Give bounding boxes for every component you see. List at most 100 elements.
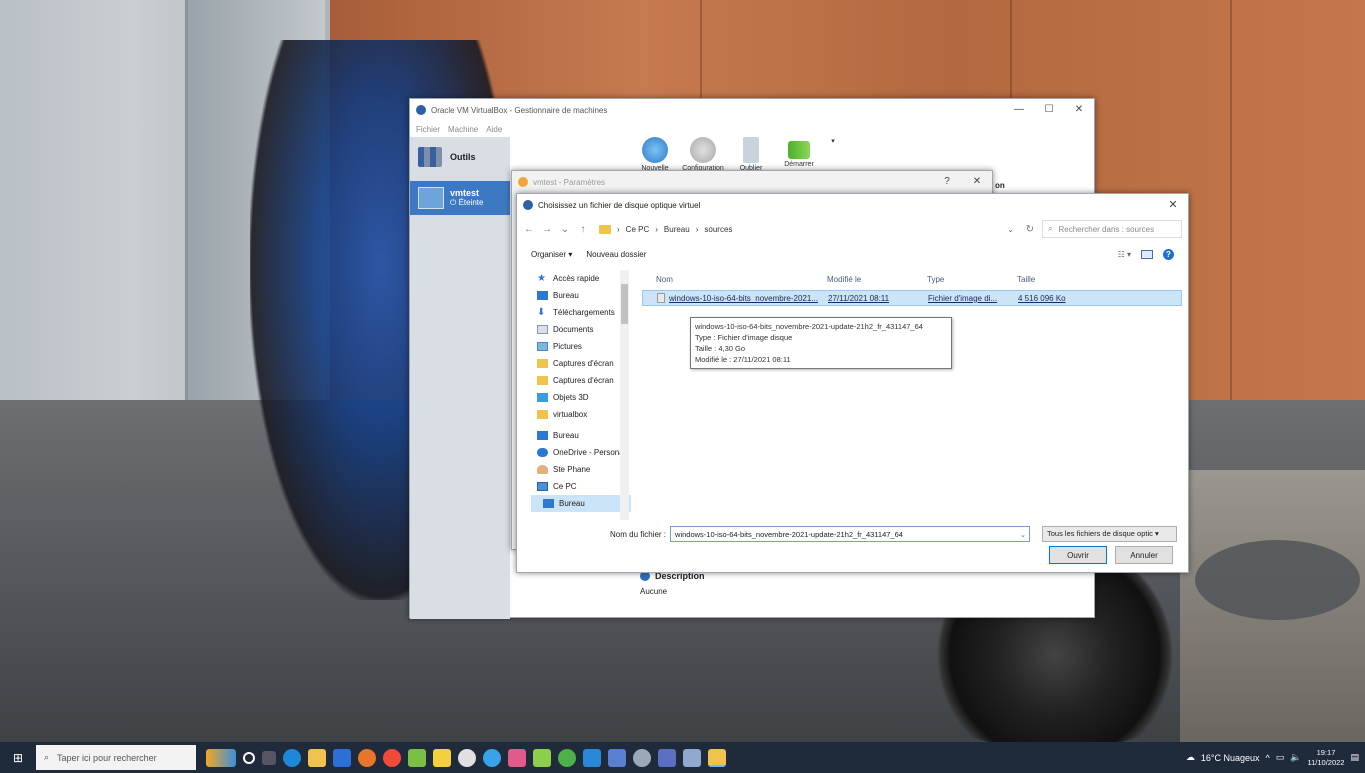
nav-item-ce-pc[interactable]: Ce PC — [531, 478, 631, 495]
edge-icon[interactable] — [283, 748, 301, 767]
arrow-down-icon — [743, 137, 759, 163]
vbox-toolbar: Nouvelle Configuration Oublier Démarrer … — [635, 137, 839, 172]
app-icon-b[interactable] — [433, 748, 451, 767]
mail-icon[interactable] — [583, 748, 601, 767]
menu-aide[interactable]: Aide — [486, 125, 502, 134]
close-button[interactable]: ✕ — [1064, 99, 1094, 121]
breadcrumb[interactable]: › Ce PC › Bureau › sources ⌄ — [595, 220, 1018, 238]
nav-item-captures-1[interactable]: Captures d'écran — [531, 355, 631, 372]
preview-pane-icon[interactable] — [1141, 249, 1153, 259]
app-icon-green[interactable] — [408, 748, 426, 767]
chevron-down-icon[interactable]: ⌄ — [1020, 530, 1026, 539]
vm-entry-vmtest[interactable]: vmtest ⏻ Éteinte — [410, 181, 510, 215]
manhole — [1195, 540, 1360, 620]
cortana-icon[interactable] — [243, 751, 255, 764]
tray-chevron-icon[interactable]: ^ — [1266, 753, 1270, 763]
search-input[interactable]: ⌕ Rechercher dans : sources — [1042, 220, 1182, 238]
command-bar: Organiser ▾ Nouveau dossier ☷ ▾ ? — [517, 242, 1188, 266]
nav-item-captures-2[interactable]: Captures d'écran — [531, 372, 631, 389]
network-icon[interactable]: ▭ — [1276, 752, 1285, 763]
start-button[interactable]: Démarrer — [779, 137, 819, 172]
chrome-icon[interactable] — [383, 748, 401, 767]
start-dropdown[interactable]: ▾ — [827, 137, 839, 172]
cancel-button[interactable]: Annuler — [1115, 546, 1173, 564]
dialog-close-button[interactable]: ✕ — [1158, 194, 1188, 216]
breadcrumb-bureau[interactable]: Bureau — [664, 225, 690, 234]
back-arrow-icon[interactable]: ← — [523, 224, 535, 235]
firefox-icon[interactable] — [358, 748, 376, 767]
breadcrumb-sources[interactable]: sources — [704, 225, 732, 234]
nav-item-bureau-root[interactable]: Bureau — [531, 427, 631, 444]
column-taille[interactable]: Taille — [1017, 275, 1097, 284]
up-arrow-icon[interactable]: ↑ — [577, 224, 589, 235]
nav-item-virtualbox[interactable]: virtualbox — [531, 406, 631, 423]
file-explorer-icon[interactable] — [308, 748, 326, 767]
discard-button[interactable]: Oublier — [731, 137, 771, 172]
file-type-filter[interactable]: Tous les fichiers de disque optic ▾ — [1042, 526, 1177, 542]
app-icon-pen[interactable] — [633, 748, 651, 767]
new-folder-button[interactable]: Nouveau dossier — [586, 250, 646, 259]
file-row[interactable]: windows-10-iso-64-bits_novembre-2021... … — [642, 290, 1182, 306]
folder-icon — [537, 359, 548, 368]
maximize-button[interactable]: ☐ — [1034, 99, 1064, 121]
filename-input[interactable]: windows-10-iso-64-bits_novembre-2021-upd… — [670, 526, 1031, 542]
notifications-icon[interactable]: ▤ — [1350, 752, 1359, 763]
volume-icon[interactable]: 🔈 — [1290, 752, 1301, 763]
scrollbar-thumb[interactable] — [621, 284, 628, 324]
organize-button[interactable]: Organiser ▾ — [531, 250, 572, 259]
nav-item-user[interactable]: Ste Phane — [531, 461, 631, 478]
app-icon-pink[interactable] — [508, 748, 526, 767]
clock[interactable]: 19:17 11/10/2022 — [1308, 748, 1345, 768]
app-icon-tree[interactable] — [533, 748, 551, 767]
app-icon-globe[interactable] — [558, 748, 576, 767]
column-modifie[interactable]: Modifié le — [827, 275, 927, 284]
help-icon[interactable]: ? — [1163, 248, 1174, 260]
explorer-active-icon[interactable] — [708, 748, 726, 767]
app-icon-doc[interactable] — [608, 748, 626, 767]
app-icon-fish[interactable] — [658, 748, 676, 767]
taskbar-apps — [206, 748, 726, 767]
recent-chevron-icon[interactable]: ⌄ — [559, 224, 571, 235]
task-view-icon[interactable] — [262, 750, 276, 765]
nav-item-bureau[interactable]: Bureau — [531, 287, 631, 304]
nav-item-objets-3d[interactable]: Objets 3D — [531, 389, 631, 406]
settings-title: vmtest - Paramètres — [533, 177, 606, 187]
settings-button[interactable]: Configuration — [682, 137, 724, 172]
column-type[interactable]: Type — [927, 275, 1017, 284]
tools-entry[interactable]: Outils — [410, 137, 510, 177]
computer-icon — [537, 482, 548, 491]
windows-start-icon[interactable]: ⊞ — [0, 742, 36, 773]
virtualbox-icon — [416, 105, 426, 115]
nav-item-telechargements[interactable]: ⬇ Téléchargements — [531, 304, 631, 321]
virtualbox-taskbar-icon[interactable] — [683, 748, 701, 767]
skype-icon[interactable] — [483, 748, 501, 767]
breadcrumb-ce-pc[interactable]: Ce PC — [626, 225, 650, 234]
taskbar-search[interactable]: ⌕ Taper ici pour rechercher — [36, 745, 196, 770]
minimize-button[interactable]: — — [1004, 99, 1034, 121]
nav-item-pictures[interactable]: Pictures — [531, 338, 631, 355]
column-nom[interactable]: Nom — [642, 275, 827, 284]
menu-machine[interactable]: Machine — [448, 125, 478, 134]
nav-item-bureau-pc[interactable]: Bureau — [531, 495, 631, 512]
nav-item-acces-rapide[interactable]: ★ Accès rapide — [531, 270, 631, 287]
view-options-icon[interactable]: ☷ ▾ — [1118, 250, 1131, 259]
store-icon[interactable] — [333, 748, 351, 767]
tools-icon — [418, 147, 442, 167]
new-vm-button[interactable]: Nouvelle — [635, 137, 675, 172]
address-dropdown-icon[interactable]: ⌄ — [1007, 225, 1014, 234]
nav-item-documents[interactable]: Documents — [531, 321, 631, 338]
open-button[interactable]: Ouvrir — [1049, 546, 1107, 564]
menu-fichier[interactable]: Fichier — [416, 125, 440, 134]
news-widget-icon[interactable] — [206, 748, 236, 767]
file-list-header: Nom Modifié le Type Taille — [642, 270, 1182, 288]
app-icon-opera[interactable] — [458, 748, 476, 767]
navigation-scrollbar[interactable] — [620, 270, 629, 520]
refresh-icon[interactable]: ↻ — [1024, 224, 1036, 235]
vbox-left-pane: Outils vmtest ⏻ Éteinte — [410, 137, 510, 619]
nav-item-onedrive[interactable]: OneDrive - Personal — [531, 444, 631, 461]
search-icon: ⌕ — [44, 752, 50, 762]
weather-text[interactable]: 16°C Nuageux — [1201, 753, 1260, 763]
settings-help-button[interactable]: ? — [932, 171, 962, 193]
settings-close-button[interactable]: ✕ — [962, 171, 992, 193]
forward-arrow-icon[interactable]: → — [541, 224, 553, 235]
